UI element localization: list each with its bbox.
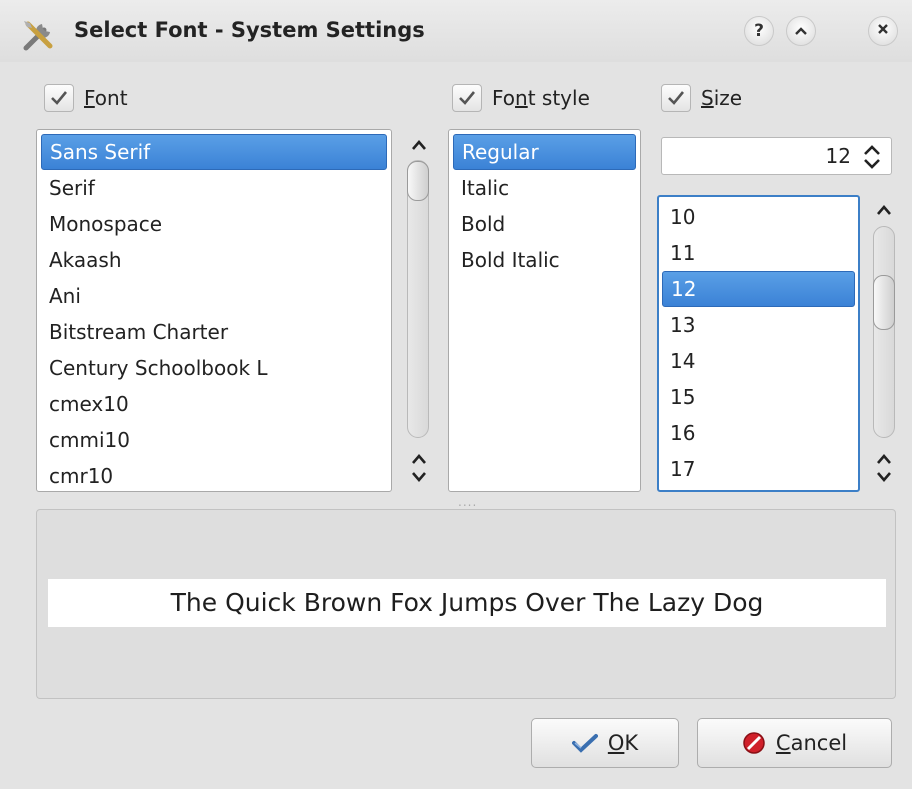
settings-tools-icon — [20, 18, 60, 54]
size-checkbox-label: Size — [701, 86, 743, 110]
help-icon: ? — [754, 21, 764, 41]
list-item[interactable]: Bitstream Charter — [41, 314, 387, 350]
checkmark-icon[interactable] — [661, 84, 691, 112]
scroll-updown-icon[interactable] — [407, 448, 431, 488]
cancel-icon — [742, 731, 766, 755]
help-button[interactable]: ? — [744, 16, 774, 46]
minimize-icon — [794, 21, 808, 41]
font-style-list[interactable]: Regular Italic Bold Bold Italic — [448, 129, 641, 492]
spin-updown-icon[interactable] — [861, 144, 883, 170]
checkmark-icon[interactable] — [452, 84, 482, 112]
cancel-button[interactable]: Cancel — [697, 718, 892, 768]
scroll-up-icon[interactable] — [872, 198, 896, 222]
close-icon — [876, 21, 890, 41]
font-style-checkbox[interactable]: Font style — [452, 83, 590, 113]
size-spinbox[interactable]: 12 — [661, 137, 892, 175]
size-checkbox[interactable]: Size — [661, 83, 742, 113]
title-bar[interactable]: Select Font - System Settings ? — [0, 0, 912, 62]
list-item[interactable]: Bold — [453, 206, 636, 242]
list-item[interactable]: Bold Italic — [453, 242, 636, 278]
list-item[interactable]: 14 — [662, 343, 855, 379]
window-title: Select Font - System Settings — [74, 18, 425, 42]
ok-button[interactable]: OK — [531, 718, 679, 768]
close-button[interactable] — [868, 16, 898, 46]
list-item[interactable]: cmmi10 — [41, 422, 387, 458]
size-spinbox-value[interactable]: 12 — [826, 144, 851, 168]
list-item[interactable]: 17 — [662, 451, 855, 487]
font-style-checkbox-label: Font style — [492, 86, 590, 110]
list-item[interactable]: Serif — [41, 170, 387, 206]
list-item[interactable]: cmex10 — [41, 386, 387, 422]
font-scrollbar-thumb[interactable] — [407, 161, 429, 201]
list-item[interactable]: 15 — [662, 379, 855, 415]
checkmark-icon[interactable] — [44, 84, 74, 112]
list-item[interactable]: Ani — [41, 278, 387, 314]
size-scrollbar-track[interactable] — [873, 226, 895, 438]
list-item[interactable]: Italic — [453, 170, 636, 206]
list-item[interactable]: Sans Serif — [41, 134, 387, 170]
list-item[interactable]: 11 — [662, 235, 855, 271]
size-scrollbar-thumb[interactable] — [873, 275, 895, 330]
list-item[interactable]: Century Schoolbook L — [41, 350, 387, 386]
list-item[interactable]: 16 — [662, 415, 855, 451]
ok-button-label: OK — [607, 731, 639, 755]
preview-text: The Quick Brown Fox Jumps Over The Lazy … — [48, 579, 886, 627]
font-family-items: Sans Serif Serif Monospace Akaash Ani Bi… — [37, 130, 391, 491]
scroll-updown-icon[interactable] — [872, 448, 896, 488]
list-item[interactable]: cmr10 — [41, 458, 387, 491]
list-item[interactable]: 10 — [662, 199, 855, 235]
list-item[interactable]: Regular — [453, 134, 636, 170]
list-item[interactable]: 12 — [662, 271, 855, 307]
cancel-button-label: Cancel — [775, 731, 848, 755]
font-style-items: Regular Italic Bold Bold Italic — [449, 130, 640, 278]
font-family-list[interactable]: Sans Serif Serif Monospace Akaash Ani Bi… — [36, 129, 392, 492]
ok-check-icon — [571, 733, 598, 753]
font-scrollbar-track[interactable] — [407, 160, 429, 438]
font-checkbox[interactable]: Font — [44, 83, 128, 113]
list-item[interactable]: Monospace — [41, 206, 387, 242]
minimize-button[interactable] — [786, 16, 816, 46]
list-item[interactable]: 13 — [662, 307, 855, 343]
font-checkbox-label: Font — [84, 86, 128, 110]
list-item[interactable]: Akaash — [41, 242, 387, 278]
splitter-handle[interactable]: .... — [458, 495, 477, 509]
size-list[interactable]: 10 11 12 13 14 15 16 17 — [657, 195, 860, 492]
scroll-up-icon[interactable] — [407, 133, 431, 157]
size-items: 10 11 12 13 14 15 16 17 — [659, 197, 858, 487]
